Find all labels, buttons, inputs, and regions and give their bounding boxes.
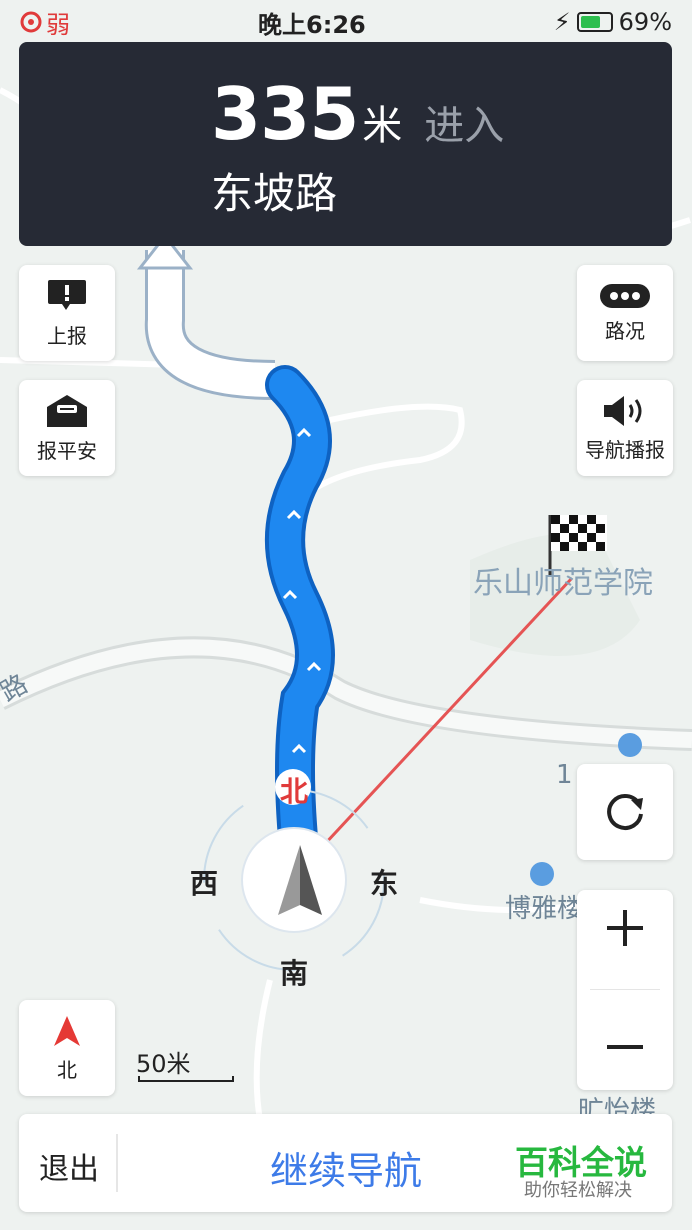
minus-icon [607,1044,643,1049]
guidance-card[interactable]: 335 米 进入 东坡路 [19,42,672,246]
bottom-divider [116,1134,118,1192]
traffic-label: 路况 [605,318,645,343]
zoom-divider [590,989,660,991]
north-up-button[interactable]: 北 [19,1000,115,1096]
battery-icon [576,12,613,32]
poi-icon [618,733,642,757]
guidance-road: 东坡路 [211,169,338,218]
speaker-icon [604,395,642,426]
poi-label: 博雅楼 [505,894,584,924]
charging-icon: ⚡ [553,8,571,36]
guidance-distance: 335 [211,72,359,156]
destination-line [308,576,574,862]
zoom-out-button[interactable] [605,1027,645,1072]
signal-indicator: 弱 [20,5,70,40]
report-button[interactable]: 上报 [19,265,115,361]
plus-icon [607,910,643,947]
traffic-button[interactable]: 路况 [577,265,673,361]
continue-navigation-button[interactable]: 继续导航 [270,1140,422,1195]
north-label: 北 [57,1057,77,1082]
compass-north: 北 [280,775,309,808]
compass-east: 东 [370,867,399,900]
exit-button[interactable]: 退出 [39,1144,99,1188]
signal-icon [20,11,42,33]
refresh-button[interactable] [577,764,673,860]
map-road [253,979,273,1121]
signal-text: 弱 [46,10,70,39]
zoom-control[interactable] [577,890,673,1090]
guidance-unit: 米 [362,103,403,149]
voice-label: 导航播报 [585,437,665,462]
envelope-icon [47,394,87,427]
zoom-in-button[interactable] [605,908,645,953]
safe-label: 报平安 [37,438,97,463]
voice-button[interactable]: 导航播报 [577,380,673,476]
guidance-action: 进入 [424,103,505,149]
destination-label: 乐山师范学院 [473,566,653,601]
safe-button[interactable]: 报平安 [19,380,115,476]
poi-label: 1 [556,760,573,790]
status-time: 晚上6:26 [258,10,366,39]
report-icon [48,279,86,310]
compass-south: 南 [280,957,309,990]
more-dots-icon [600,283,650,308]
status-bar: 弱 晚上6:26 ⚡ 69% [0,0,692,44]
battery-percent: 69% [618,8,672,36]
refresh-icon [607,793,643,830]
bottom-bar: 退出 继续导航 百科全说 助你轻松解决 [19,1114,672,1212]
battery-indicator: ⚡ 69% [554,8,672,36]
scale-bar [138,1076,234,1082]
north-arrow-icon [54,1015,80,1046]
poi-icon [530,862,554,886]
report-label: 上报 [47,323,87,348]
scale-label: 50米 [136,1050,191,1078]
brand-tagline: 助你轻松解决 [524,1180,632,1201]
compass-west: 西 [190,867,219,900]
